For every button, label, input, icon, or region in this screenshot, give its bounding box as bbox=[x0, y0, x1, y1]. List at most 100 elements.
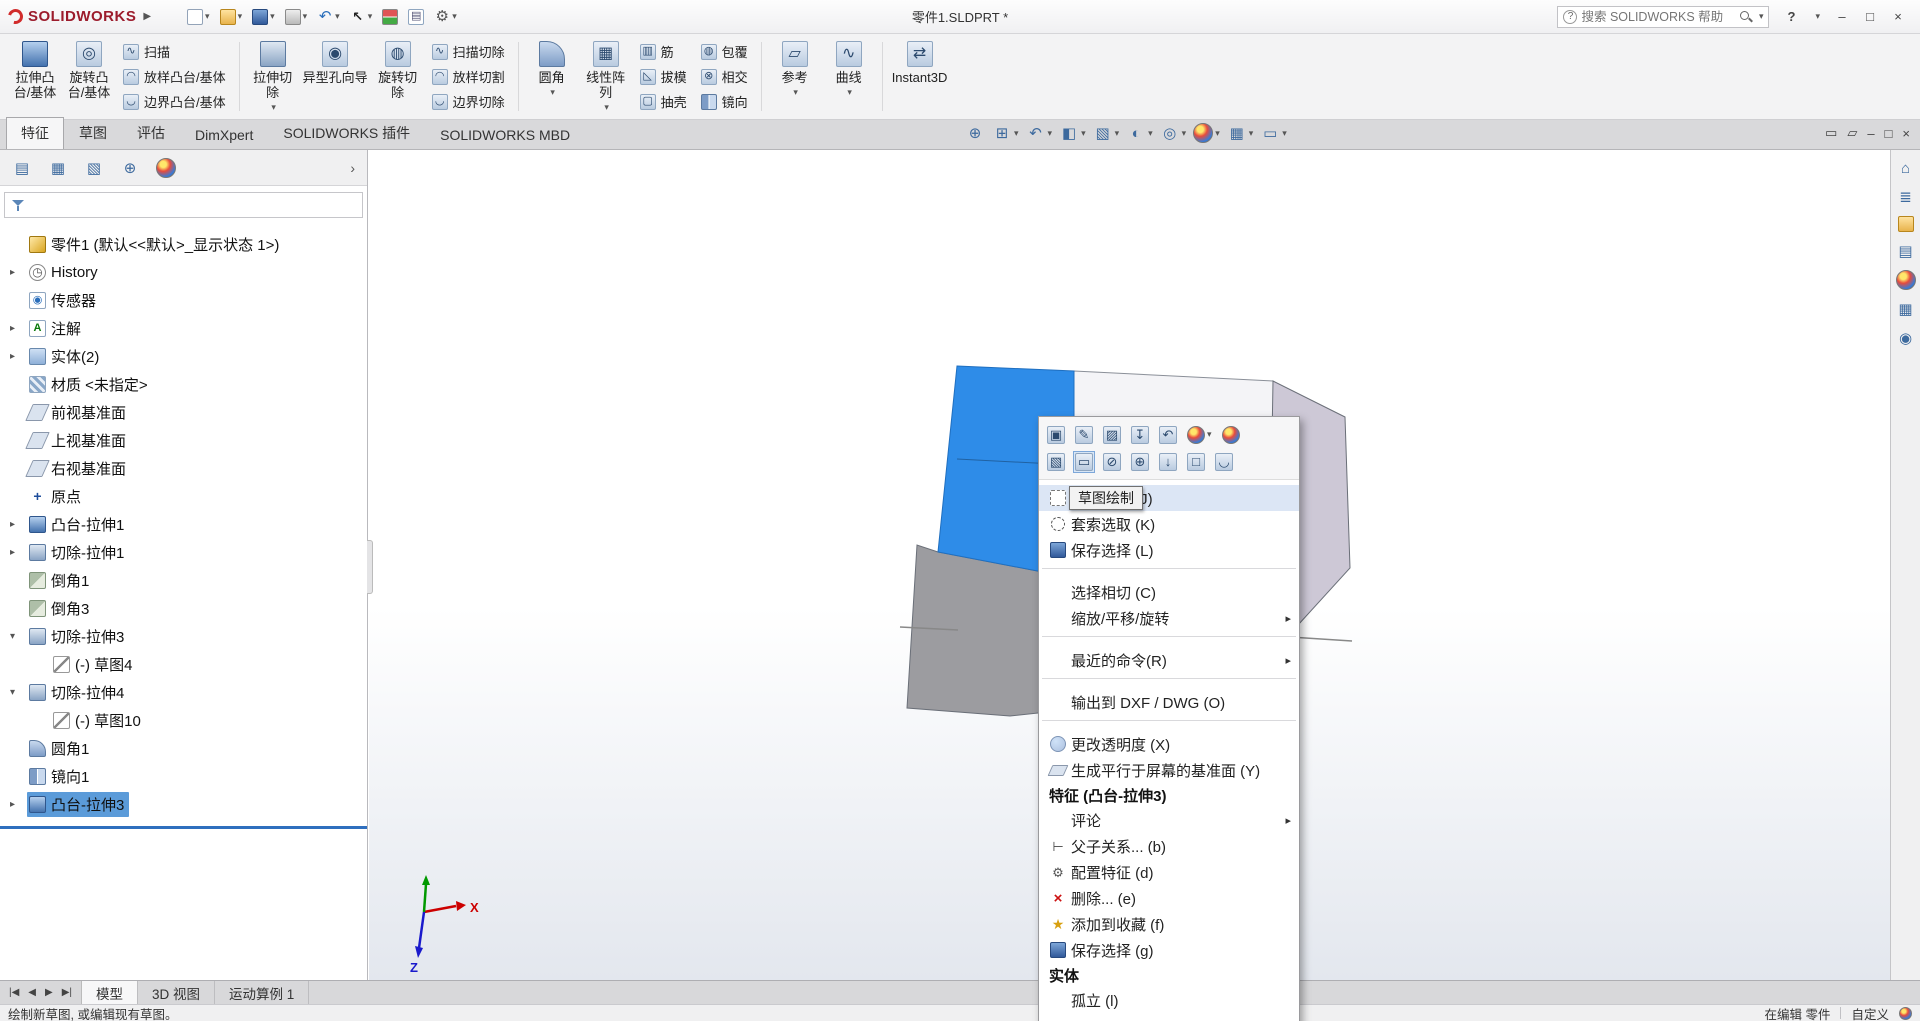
dropdown-caret-icon[interactable]: ▾ bbox=[550, 85, 555, 100]
zoom-to-selection-button[interactable]: ⊕ bbox=[1129, 451, 1151, 473]
lofted-boss-button[interactable]: ◠放样凸台/基体 bbox=[120, 65, 229, 89]
dropdown-caret-icon[interactable]: ▾ bbox=[793, 85, 798, 100]
dropdown-caret-icon[interactable]: ▾ bbox=[1182, 128, 1187, 139]
tree-item-boss-extrude3[interactable]: ▸凸台-拉伸3 bbox=[0, 790, 367, 818]
dropdown-caret-icon[interactable]: ▾ bbox=[452, 11, 457, 22]
tree-expand-arrow[interactable]: ▸ bbox=[10, 799, 27, 810]
menu-item-zoom-pan-rotate[interactable]: 缩放/平移/旋转▸ bbox=[1039, 605, 1299, 631]
prev-tab-button[interactable]: ◀ bbox=[25, 986, 39, 999]
dropdown-caret-icon[interactable]: ▾ bbox=[1048, 128, 1053, 139]
display-style-button[interactable]: ◐▾ bbox=[1126, 123, 1153, 143]
sketch-picture-button[interactable]: ▨ bbox=[1101, 424, 1123, 446]
tab-mbd[interactable]: SOLIDWORKS MBD bbox=[425, 121, 585, 149]
fillet-button[interactable]: 圆角▾ bbox=[525, 36, 579, 117]
dropdown-caret-icon[interactable]: ▾ bbox=[270, 11, 275, 22]
menu-item-export-dxf-dwg[interactable]: 输出到 DXF / DWG (O) bbox=[1039, 689, 1299, 715]
design-library-icon[interactable]: ≣ bbox=[1896, 187, 1916, 207]
boundary-boss-button[interactable]: ◡边界凸台/基体 bbox=[120, 90, 229, 114]
lofted-cut-button[interactable]: ◠放样切割 bbox=[429, 65, 508, 89]
model-tab[interactable]: 模型 bbox=[82, 981, 138, 1004]
menu-item-configure-feature[interactable]: ⚙配置特征 (d) bbox=[1039, 859, 1299, 885]
dropdown-caret-icon[interactable]: ▾ bbox=[1115, 128, 1120, 139]
view-palette-icon[interactable]: ▤ bbox=[1896, 241, 1916, 261]
tree-expand-arrow[interactable]: ▾ bbox=[10, 687, 27, 698]
propertymanager-tab-button[interactable]: ▦ bbox=[48, 158, 68, 178]
edit-sketch-button[interactable]: ✎ bbox=[1073, 424, 1095, 446]
dropdown-caret-icon[interactable]: ▾ bbox=[1014, 128, 1019, 139]
displaymanager-tab-button[interactable] bbox=[156, 158, 176, 178]
appearance-ball-button[interactable]: ▾ bbox=[1185, 424, 1214, 446]
new-file-button[interactable]: ▾ bbox=[185, 7, 212, 27]
menu-item-change-transparency[interactable]: 更改透明度 (X) bbox=[1039, 731, 1299, 757]
close-button[interactable]: × bbox=[1884, 5, 1912, 29]
rollback-bar[interactable] bbox=[0, 826, 367, 829]
tree-item-part[interactable]: 零件1 (默认<<默认>_显示状态 1>) bbox=[0, 230, 367, 258]
dropdown-caret-icon[interactable]: ▾ bbox=[1148, 128, 1153, 139]
boundary-cut-button[interactable]: ◡边界切除 bbox=[429, 90, 508, 114]
tree-filter-box[interactable] bbox=[4, 192, 363, 218]
tangent-button[interactable]: ◡ bbox=[1213, 451, 1235, 473]
tab-sketch[interactable]: 草图 bbox=[64, 117, 122, 149]
tree-item-origin[interactable]: +原点 bbox=[0, 482, 367, 510]
menu-item-save-selection2[interactable]: 保存选择 (g) bbox=[1039, 937, 1299, 963]
shell-button[interactable]: ▢抽壳 bbox=[637, 90, 690, 114]
menu-item-add-to-favorites[interactable]: ★添加到收藏 (f) bbox=[1039, 911, 1299, 937]
menu-item-save-selection[interactable]: 保存选择 (L) bbox=[1039, 537, 1299, 563]
tree-item-sketch4[interactable]: (-) 草图4 bbox=[0, 650, 367, 678]
extruded-cut-button[interactable]: 拉伸切除▾ bbox=[246, 36, 300, 117]
dropdown-caret-icon[interactable]: ▾ bbox=[1081, 128, 1086, 139]
tree-item-chamfer1[interactable]: 倒角1 bbox=[0, 566, 367, 594]
hide-show-items-button[interactable]: ◎▾ bbox=[1160, 123, 1187, 143]
menu-expand-arrow-icon[interactable]: ▶ bbox=[143, 11, 151, 22]
normal-to-button[interactable]: ↧ bbox=[1129, 424, 1151, 446]
search-input[interactable] bbox=[1581, 10, 1733, 24]
reference-geometry-button[interactable]: ▱参考▾ bbox=[768, 36, 822, 117]
featuremanager-tab-button[interactable]: ▤ bbox=[12, 158, 32, 178]
tree-item-chamfer3[interactable]: 倒角3 bbox=[0, 594, 367, 622]
rib-button[interactable]: ▥筋 bbox=[637, 40, 690, 64]
box-select-button[interactable]: □ bbox=[1185, 451, 1207, 473]
motion-study-tab[interactable]: 运动算例 1 bbox=[215, 981, 309, 1004]
tree-item-top-plane[interactable]: 上视基准面 bbox=[0, 426, 367, 454]
menu-item-isolate[interactable]: 孤立 (l) bbox=[1039, 987, 1299, 1013]
home-icon[interactable]: ⌂ bbox=[1896, 158, 1916, 178]
doc-minimize-button[interactable]: – bbox=[1867, 126, 1874, 141]
section-view-button[interactable]: ◧▾ bbox=[1059, 123, 1086, 143]
panel-expand-chevron-icon[interactable]: › bbox=[350, 160, 355, 176]
zoom-area-button[interactable]: ⊞▾ bbox=[992, 123, 1019, 143]
forum-icon[interactable]: ◉ bbox=[1896, 328, 1916, 348]
revolved-cut-button[interactable]: ◍旋转切除 bbox=[371, 36, 425, 117]
dropdown-caret-icon[interactable]: ▾ bbox=[847, 85, 852, 100]
rebuild-button[interactable] bbox=[380, 7, 400, 27]
dropdown-caret-icon[interactable]: ▾ bbox=[1215, 128, 1220, 139]
appearances-icon[interactable] bbox=[1896, 270, 1916, 290]
doc-cascade-button[interactable]: ▭ bbox=[1825, 125, 1837, 141]
open-folder-button[interactable]: ▾ bbox=[218, 7, 245, 27]
menu-item-comment[interactable]: 评论▸ bbox=[1039, 807, 1299, 833]
tree-item-front-plane[interactable]: 前视基准面 bbox=[0, 398, 367, 426]
tree-item-mirror1[interactable]: 镜向1 bbox=[0, 762, 367, 790]
swept-cut-button[interactable]: ∿扫描切除 bbox=[429, 40, 508, 64]
revolved-boss-base-button[interactable]: ◎旋转凸台/基体 bbox=[62, 36, 116, 117]
tab-evaluate[interactable]: 评估 bbox=[122, 117, 180, 149]
instant3d-button[interactable]: ⇄Instant3D bbox=[889, 36, 951, 117]
customize-status-button[interactable]: 自定义 bbox=[1851, 1004, 1889, 1021]
save-button[interactable]: ▾ bbox=[250, 7, 277, 27]
doc-maximize-button[interactable]: □ bbox=[1885, 126, 1893, 141]
dropdown-caret-icon[interactable]: ▾ bbox=[1282, 128, 1287, 139]
help-search-box[interactable]: ? ▾ bbox=[1557, 6, 1769, 28]
translate-down-button[interactable]: ↓ bbox=[1157, 451, 1179, 473]
draft-button[interactable]: ◺拔模 bbox=[637, 65, 690, 89]
status-globe-icon[interactable] bbox=[1899, 1007, 1912, 1020]
dropdown-caret-icon[interactable]: ▾ bbox=[1207, 429, 1212, 440]
file-properties-button[interactable]: ▤ bbox=[406, 7, 426, 27]
help-button[interactable]: ? bbox=[1777, 5, 1805, 29]
tree-expand-arrow[interactable]: ▸ bbox=[10, 519, 27, 530]
wrap-button[interactable]: ◍包覆 bbox=[698, 40, 751, 64]
tree-filter-input[interactable] bbox=[31, 198, 356, 213]
menu-item-sketch[interactable]: 草图绘制 (J)草图绘制 bbox=[1039, 485, 1299, 511]
maximize-button[interactable]: □ bbox=[1856, 5, 1884, 29]
dropdown-caret-icon[interactable]: ▾ bbox=[238, 11, 243, 22]
dropdown-caret-icon[interactable]: ▾ bbox=[604, 100, 609, 115]
tree-item-annotations[interactable]: ▸A注解 bbox=[0, 314, 367, 342]
